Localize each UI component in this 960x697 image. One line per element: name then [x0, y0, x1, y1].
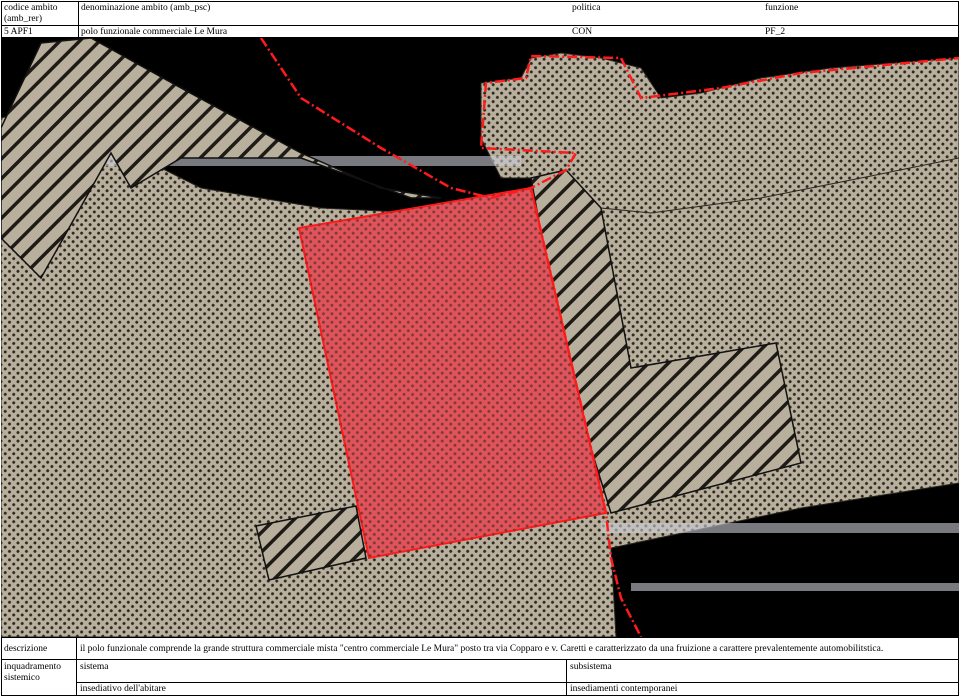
- map-panel: [1, 38, 959, 637]
- descrizione-text: il polo funzionale comprende la grande s…: [80, 644, 884, 654]
- codice-ambito-sub-label: (amb_rer): [4, 14, 42, 24]
- inquadramento-label: inquadramento: [4, 662, 61, 672]
- codice-ambito-label: codice ambito: [4, 3, 58, 13]
- funzione-value: PF_2: [765, 27, 786, 37]
- codice-ambito-value: 5 APF1: [4, 27, 33, 37]
- subsistema-value: insediamenti contemporanei: [570, 684, 678, 694]
- denominazione-label: denominazione ambito (amb_psc): [81, 3, 211, 13]
- funzione-label: funzione: [765, 3, 799, 13]
- politica-value: CON: [572, 27, 593, 37]
- footer-divider-mid: [566, 659, 567, 696]
- footer-subrow-divider: [76, 682, 959, 683]
- descrizione-label: descrizione: [4, 644, 48, 654]
- footer-divider-left: [76, 637, 77, 696]
- map-canvas: [1, 38, 959, 637]
- road-strip-east: [601, 523, 959, 533]
- header-divider: [78, 1, 79, 38]
- sistema-value: insediativo dell'abitare: [80, 684, 166, 694]
- footer-row-divider: [1, 659, 959, 660]
- denominazione-value: polo funzionale commerciale Le Mura: [81, 27, 228, 37]
- header-row-divider: [1, 25, 959, 26]
- subsistema-label: subsistema: [570, 662, 612, 672]
- politica-label: politica: [572, 3, 601, 13]
- inquadramento-label-2: sistemico: [4, 673, 40, 683]
- road-strip-south: [631, 583, 959, 591]
- sistema-label: sistema: [80, 662, 109, 672]
